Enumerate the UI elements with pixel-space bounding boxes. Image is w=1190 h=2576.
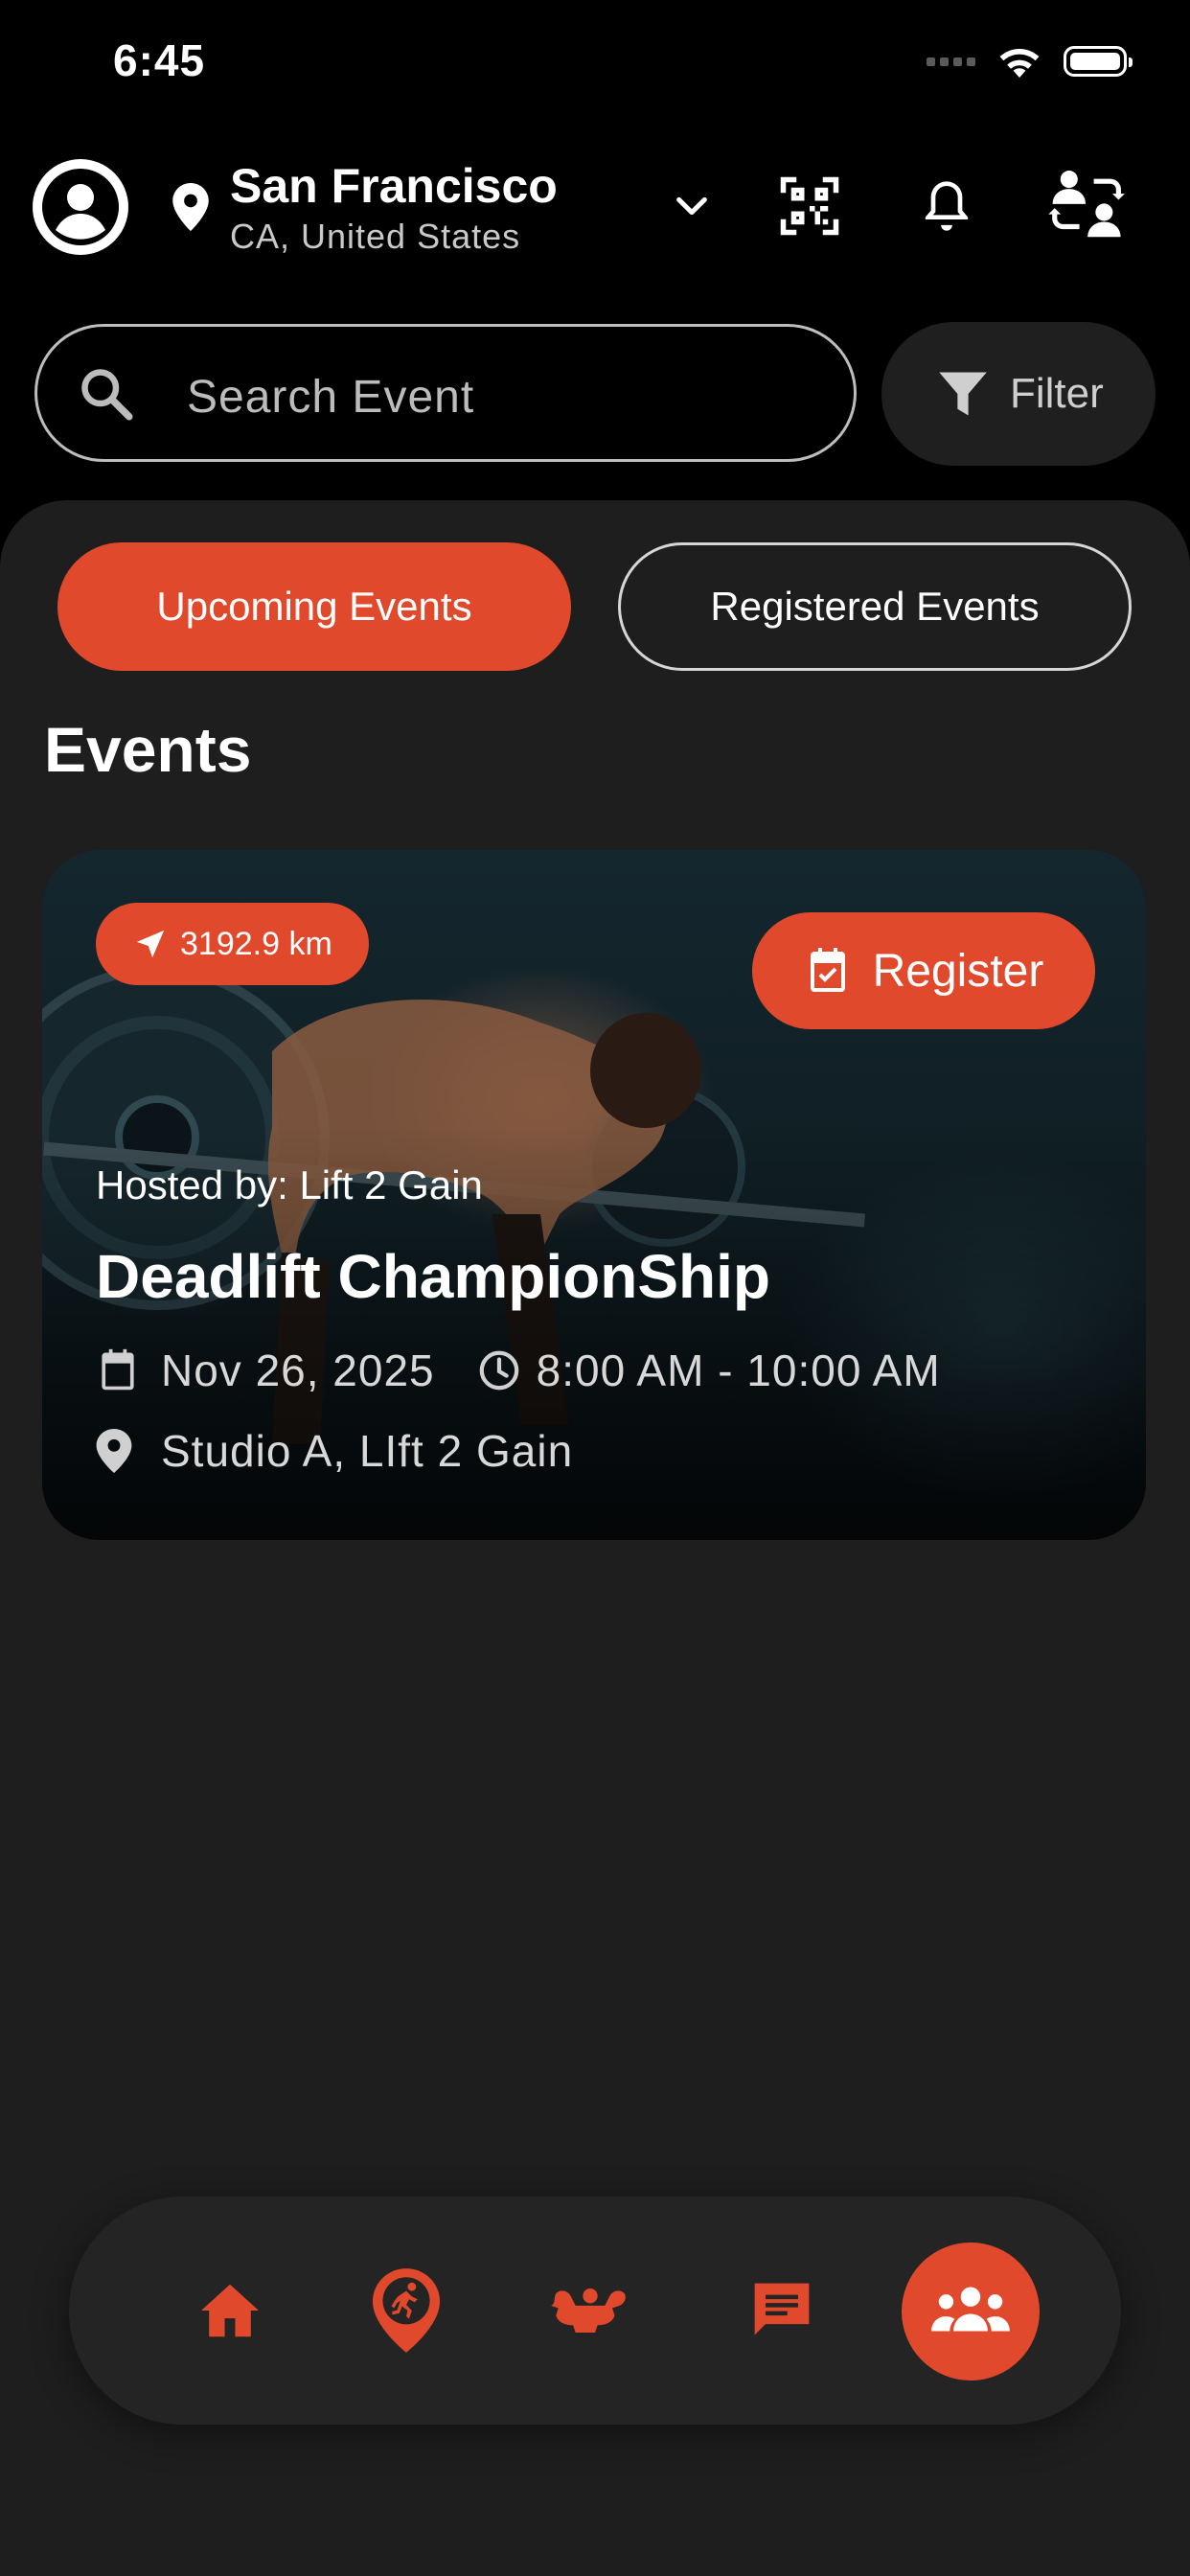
distance-value: 3192.9 km xyxy=(180,925,332,962)
nav-messages[interactable] xyxy=(710,2196,854,2425)
chat-icon xyxy=(754,2283,810,2335)
event-venue: Studio A, LIft 2 Gain xyxy=(161,1426,574,1476)
qr-code-icon[interactable] xyxy=(778,174,841,238)
group-icon xyxy=(931,2287,1010,2332)
calendar-icon xyxy=(102,1348,134,1391)
location-pin-icon xyxy=(172,183,209,231)
chevron-down-icon[interactable] xyxy=(673,192,711,220)
tab-upcoming-events[interactable]: Upcoming Events xyxy=(57,542,571,671)
home-icon xyxy=(201,2284,259,2337)
search-icon xyxy=(81,369,133,421)
filter-label: Filter xyxy=(1010,370,1104,417)
distance-badge: 3192.9 km xyxy=(96,903,369,985)
event-datetime: Nov 26, 2025 8:00 AM - 10:00 AM xyxy=(96,1345,941,1396)
location-region: CA, United States xyxy=(230,217,521,256)
battery-icon xyxy=(1064,46,1133,77)
nav-community[interactable] xyxy=(902,2242,1040,2380)
section-title: Events xyxy=(44,714,252,785)
muscle-icon xyxy=(551,2288,626,2333)
event-card[interactable]: 3192.9 km Register Hosted by: Lift 2 Gai… xyxy=(42,850,1146,1540)
filter-button[interactable]: Filter xyxy=(881,322,1156,466)
register-button[interactable]: Register xyxy=(752,912,1095,1029)
filter-icon xyxy=(939,372,987,416)
wifi-icon xyxy=(999,48,1040,78)
user-icon xyxy=(42,169,119,245)
event-title: Deadlift ChampionShip xyxy=(96,1242,770,1311)
event-time: 8:00 AM - 10:00 AM xyxy=(536,1346,941,1395)
bottom-nav xyxy=(69,2196,1121,2425)
calendar-check-icon xyxy=(810,948,845,992)
bell-icon[interactable] xyxy=(920,176,973,236)
nav-activity[interactable] xyxy=(334,2196,478,2425)
status-icons xyxy=(927,44,1133,79)
location-city[interactable]: San Francisco xyxy=(230,158,558,214)
clock-icon xyxy=(479,1350,518,1391)
signal-icon xyxy=(927,57,975,66)
avatar[interactable] xyxy=(33,159,128,255)
status-time: 6:45 xyxy=(113,35,206,85)
location-pin-icon xyxy=(96,1429,132,1473)
event-host: Hosted by: Lift 2 Gain xyxy=(96,1162,483,1208)
tab-registered-events[interactable]: Registered Events xyxy=(618,542,1132,671)
event-location: Studio A, LIft 2 Gain xyxy=(96,1425,573,1477)
running-location-icon xyxy=(372,2268,441,2353)
navigation-arrow-icon xyxy=(136,930,165,958)
nav-workouts[interactable] xyxy=(518,2196,662,2425)
search-input[interactable]: Search Event xyxy=(34,324,857,462)
event-date: Nov 26, 2025 xyxy=(161,1346,435,1395)
register-label: Register xyxy=(872,945,1044,997)
switch-user-icon[interactable] xyxy=(1044,165,1127,247)
search-placeholder: Search Event xyxy=(187,372,475,423)
nav-home[interactable] xyxy=(158,2196,302,2425)
